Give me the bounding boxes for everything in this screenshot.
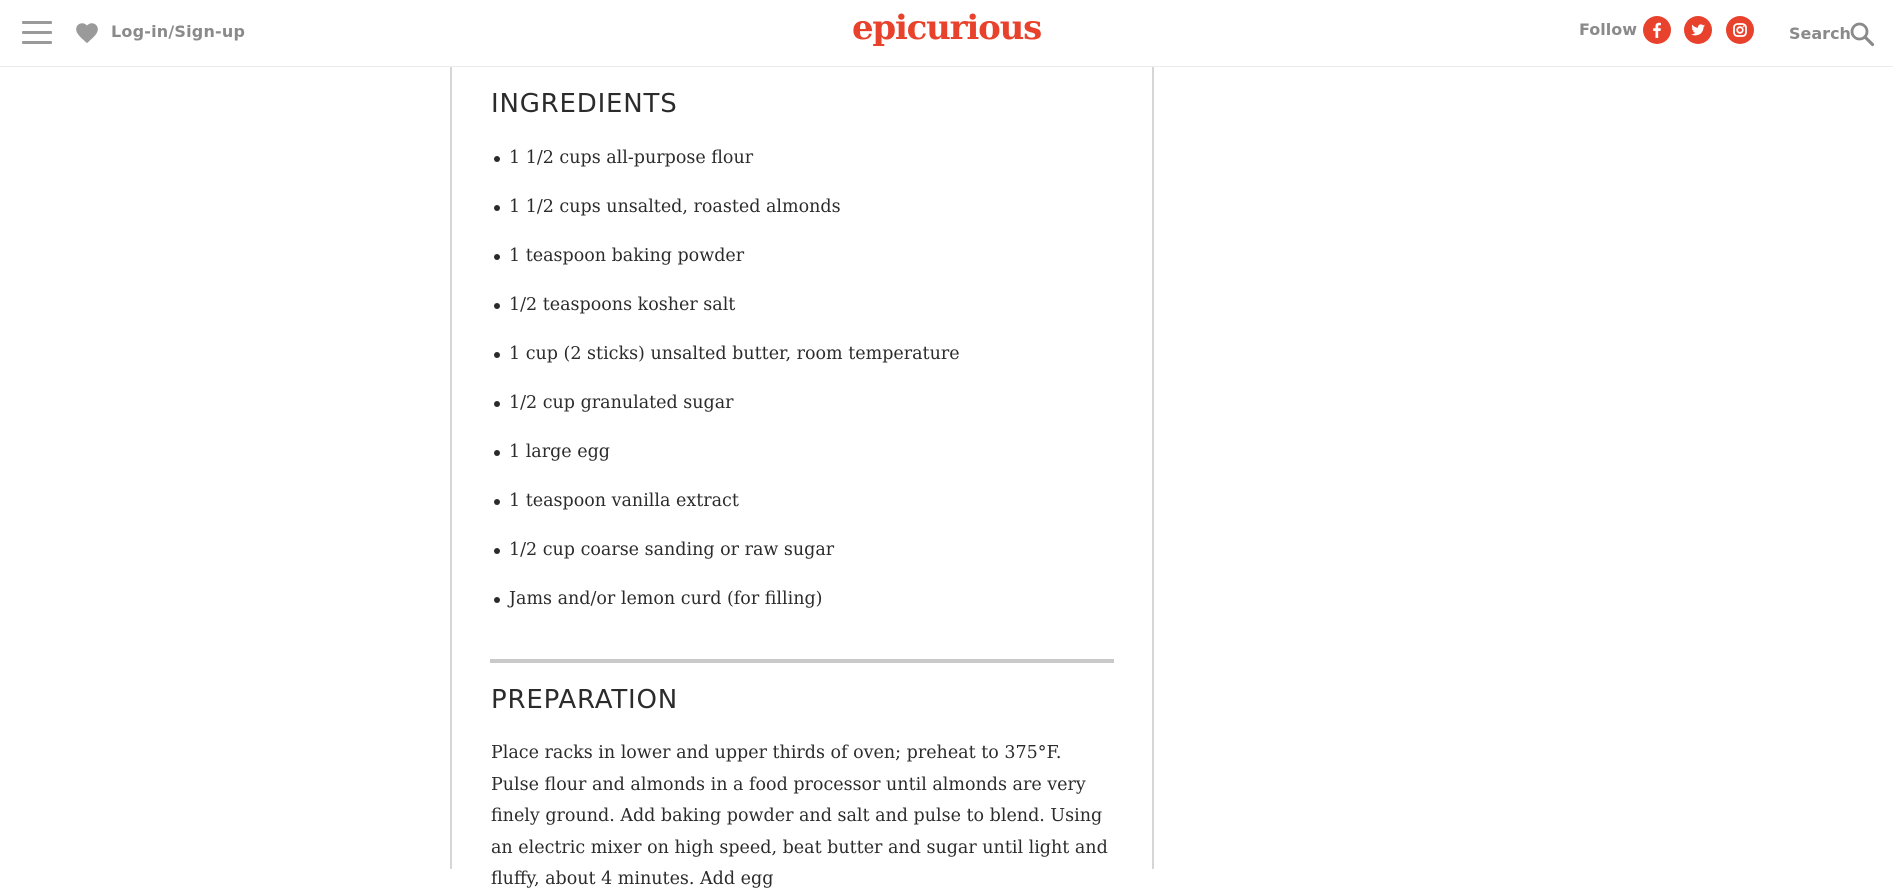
- heart-icon[interactable]: [74, 20, 100, 46]
- login-signup-link[interactable]: Log-in/Sign-up: [111, 22, 245, 41]
- ingredient-item: 1 large egg: [491, 435, 960, 484]
- ingredient-item: 1/2 cup granulated sugar: [491, 386, 960, 435]
- menu-line: [22, 31, 52, 34]
- section-divider: [490, 659, 1114, 663]
- follow-label: Follow: [1579, 20, 1638, 39]
- ingredients-heading: INGREDIENTS: [491, 89, 678, 119]
- twitter-icon[interactable]: [1684, 16, 1712, 44]
- instagram-icon[interactable]: [1726, 16, 1754, 44]
- menu-icon[interactable]: [22, 21, 52, 45]
- preparation-heading: PREPARATION: [491, 685, 679, 715]
- ingredient-item: 1 teaspoon baking powder: [491, 239, 960, 288]
- ingredient-item: 1/2 cup coarse sanding or raw sugar: [491, 533, 960, 582]
- ingredient-item: 1 1/2 cups unsalted, roasted almonds: [491, 190, 960, 239]
- preparation-step: Place racks in lower and upper thirds of…: [491, 743, 1108, 889]
- ingredient-item: 1 teaspoon vanilla extract: [491, 484, 960, 533]
- ingredients-list: 1 1/2 cups all-purpose flour 1 1/2 cups u…: [491, 141, 960, 631]
- ingredient-item: 1 cup (2 sticks) unsalted butter, room t…: [491, 337, 960, 386]
- ingredient-item: 1 1/2 cups all-purpose flour: [491, 141, 960, 190]
- search-label[interactable]: Search: [1789, 24, 1851, 43]
- menu-line: [22, 41, 52, 44]
- top-nav-bar: Log-in/Sign-up epicurious Follow Search: [0, 0, 1893, 67]
- ingredient-item: Jams and/or lemon curd (for filling): [491, 582, 960, 631]
- facebook-icon[interactable]: [1643, 16, 1671, 44]
- ingredient-item: 1/2 teaspoons kosher salt: [491, 288, 960, 337]
- search-icon[interactable]: [1849, 21, 1875, 47]
- site-logo[interactable]: epicurious: [852, 8, 1042, 48]
- menu-line: [22, 21, 52, 24]
